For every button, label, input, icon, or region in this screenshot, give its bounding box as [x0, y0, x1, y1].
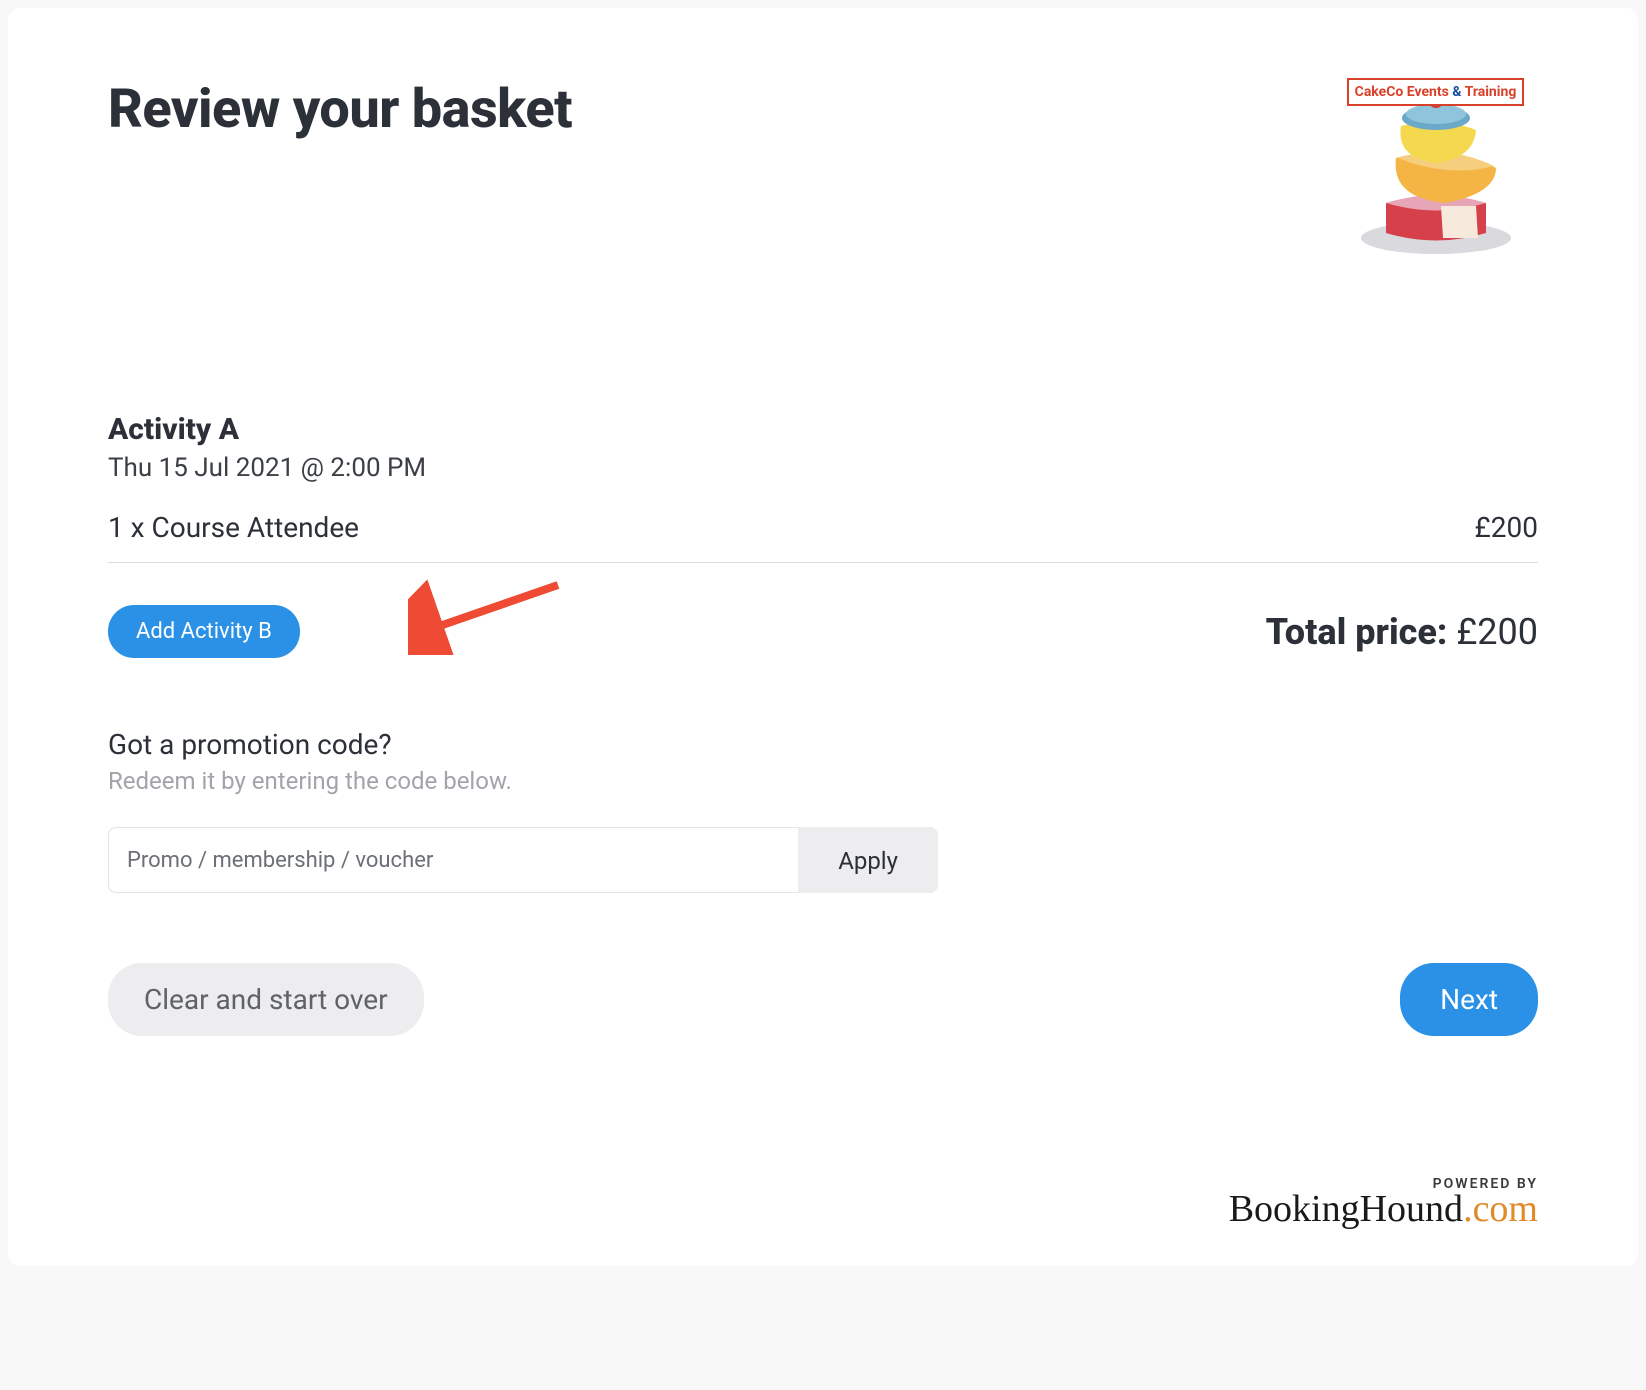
add-activity-button[interactable]: Add Activity B: [108, 605, 300, 658]
clear-start-over-button[interactable]: Clear and start over: [108, 963, 424, 1036]
promo-heading: Got a promotion code?: [108, 728, 1538, 761]
header-row: Review your basket CakeCo Events & Train…: [108, 78, 1538, 262]
activity-block: Activity A Thu 15 Jul 2021 @ 2:00 PM 1 x…: [108, 412, 1538, 658]
total-price: Total price: £200: [1266, 611, 1538, 653]
basket-review-card: Review your basket CakeCo Events & Train…: [8, 8, 1638, 1266]
total-price-label: Total price:: [1266, 611, 1448, 653]
line-item-row: 1 x Course Attendee £200: [108, 511, 1538, 563]
page-title: Review your basket: [108, 78, 572, 141]
bookinghound-brand: BookingHound.com: [108, 1192, 1538, 1226]
promo-subtext: Redeem it by entering the code below.: [108, 767, 1538, 795]
annotation-arrow-icon: [408, 575, 568, 655]
total-price-value: £200: [1456, 611, 1538, 653]
activity-datetime: Thu 15 Jul 2021 @ 2:00 PM: [108, 453, 1538, 483]
promo-code-input[interactable]: [108, 827, 798, 893]
logo-text-badge: CakeCo Events & Training: [1347, 78, 1525, 106]
line-item-label: 1 x Course Attendee: [108, 511, 359, 544]
footer-row: Clear and start over Next: [108, 963, 1538, 1036]
line-item-price: £200: [1475, 511, 1539, 544]
powered-by-block: POWERED BY BookingHound.com: [108, 1176, 1538, 1226]
total-row: Add Activity B Total price: £200: [108, 605, 1538, 658]
cake-stack-icon: [1346, 88, 1526, 258]
next-button[interactable]: Next: [1400, 963, 1538, 1036]
company-logo: CakeCo Events & Training: [1333, 78, 1538, 262]
promo-input-row: Apply: [108, 827, 938, 893]
promo-block: Got a promotion code? Redeem it by enter…: [108, 728, 1538, 893]
activity-name: Activity A: [108, 412, 1538, 447]
apply-promo-button[interactable]: Apply: [798, 827, 938, 893]
